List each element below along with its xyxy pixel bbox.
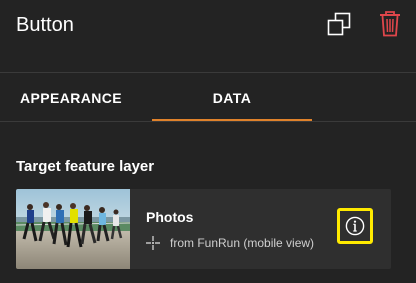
layer-name: Photos — [146, 209, 194, 225]
tab-bar: APPEARANCE DATA — [0, 73, 416, 121]
delete-button[interactable] — [378, 10, 402, 38]
tab-appearance[interactable]: APPEARANCE — [0, 73, 142, 121]
layer-thumbnail — [16, 189, 130, 269]
duplicate-icon — [327, 12, 351, 36]
layer-card[interactable]: Photos from FunRun (mobile view) — [16, 189, 391, 269]
page-title: Button — [16, 14, 74, 36]
duplicate-button[interactable] — [326, 11, 352, 37]
tab-data[interactable]: DATA — [152, 73, 312, 121]
panel-header: Button — [0, 0, 416, 72]
trash-icon — [380, 11, 400, 37]
layer-source-text: from FunRun (mobile view) — [170, 236, 315, 250]
info-button[interactable] — [337, 208, 373, 244]
tabs-divider — [0, 121, 416, 122]
section-heading: Target feature layer — [16, 158, 155, 175]
info-icon — [345, 216, 365, 236]
crosshair-icon — [146, 236, 160, 250]
